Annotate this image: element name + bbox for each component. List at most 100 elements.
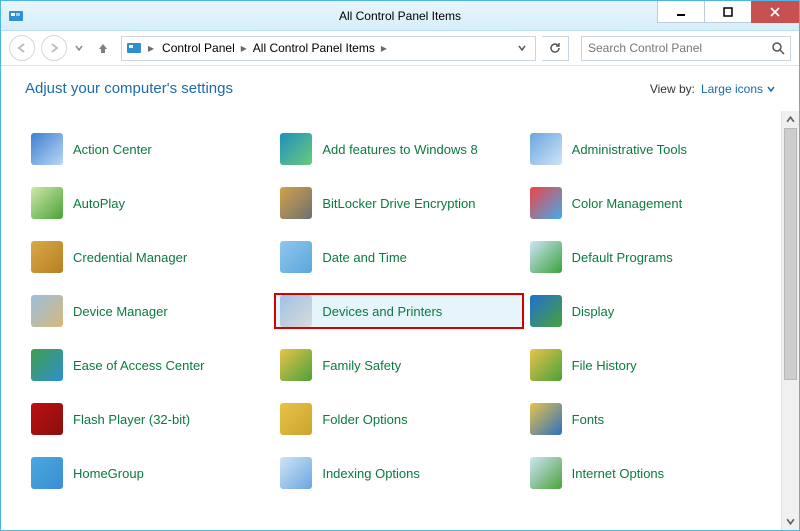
control-panel-item[interactable]: HomeGroup [25, 455, 274, 491]
control-panel-item[interactable]: Device Manager [25, 293, 274, 329]
flash-icon [31, 403, 63, 435]
chevron-right-icon[interactable]: ▸ [239, 41, 249, 55]
scroll-thumb[interactable] [784, 128, 797, 380]
control-panel-item-label: Add features to Windows 8 [322, 142, 477, 157]
ease-access-icon [31, 349, 63, 381]
family-safety-icon [280, 349, 312, 381]
search-box[interactable] [581, 36, 791, 61]
control-panel-item[interactable]: Folder Options [274, 401, 523, 437]
page-title: Adjust your computer's settings [25, 80, 233, 97]
control-panel-item[interactable]: Flash Player (32-bit) [25, 401, 274, 437]
maximize-button[interactable] [704, 1, 752, 23]
title-bar: All Control Panel Items [1, 1, 799, 31]
view-by-dropdown[interactable]: Large icons [701, 82, 775, 96]
scroll-track[interactable] [782, 128, 799, 513]
control-panel-item-label: AutoPlay [73, 196, 125, 211]
address-dropdown[interactable] [513, 37, 531, 60]
control-panel-item[interactable]: Add features to Windows 8 [274, 131, 523, 167]
control-panel-icon [126, 40, 142, 56]
page-header: Adjust your computer's settings View by:… [1, 66, 799, 105]
flag-icon [31, 133, 63, 165]
up-button[interactable] [93, 38, 113, 58]
control-panel-item-label: Folder Options [322, 412, 407, 427]
indexing-icon [280, 457, 312, 489]
control-panel-item-label: Color Management [572, 196, 683, 211]
color-icon [530, 187, 562, 219]
history-dropdown[interactable] [73, 36, 85, 60]
defaults-icon [530, 241, 562, 273]
control-panel-item[interactable]: BitLocker Drive Encryption [274, 185, 523, 221]
control-panel-item-label: Fonts [572, 412, 605, 427]
forward-button[interactable] [41, 35, 67, 61]
breadcrumb-root[interactable]: Control Panel [160, 41, 237, 55]
control-panel-item[interactable]: Indexing Options [274, 455, 523, 491]
control-panel-item-label: HomeGroup [73, 466, 144, 481]
breadcrumb-current[interactable]: All Control Panel Items [251, 41, 377, 55]
control-panel-item-label: Date and Time [322, 250, 407, 265]
fonts-icon [530, 403, 562, 435]
scroll-down-button[interactable] [782, 513, 799, 530]
breadcrumb: Control Panel ▸ All Control Panel Items … [160, 41, 509, 55]
bitlocker-icon [280, 187, 312, 219]
control-panel-item[interactable]: Ease of Access Center [25, 347, 274, 383]
tools-icon [530, 133, 562, 165]
search-icon[interactable] [770, 40, 786, 56]
display-icon [530, 295, 562, 327]
control-panel-item[interactable]: Devices and Printers [274, 293, 523, 329]
clock-icon [280, 241, 312, 273]
view-by-label: View by: [650, 82, 695, 96]
control-panel-item-label: Default Programs [572, 250, 673, 265]
printer-icon [280, 295, 312, 327]
control-panel-item[interactable]: Action Center [25, 131, 274, 167]
view-by-value: Large icons [701, 82, 763, 96]
internet-options-icon [530, 457, 562, 489]
control-panel-item[interactable]: Credential Manager [25, 239, 274, 275]
control-panel-item-label: BitLocker Drive Encryption [322, 196, 475, 211]
file-history-icon [530, 349, 562, 381]
control-panel-item-label: Administrative Tools [572, 142, 687, 157]
items-scroll: Action Center Add features to Windows 8 Ad… [1, 111, 781, 530]
control-panel-item-label: Action Center [73, 142, 152, 157]
control-panel-grid: Action Center Add features to Windows 8 Ad… [1, 111, 781, 499]
chevron-right-icon[interactable]: ▸ [146, 41, 156, 55]
control-panel-item-label: Devices and Printers [322, 304, 442, 319]
refresh-button[interactable] [542, 36, 569, 61]
control-panel-item[interactable]: Color Management [524, 185, 773, 221]
control-panel-item[interactable]: Administrative Tools [524, 131, 773, 167]
control-panel-item-label: Internet Options [572, 466, 665, 481]
control-panel-item-label: Display [572, 304, 615, 319]
nav-toolbar: ▸ Control Panel ▸ All Control Panel Item… [1, 31, 799, 66]
control-panel-item-label: Indexing Options [322, 466, 420, 481]
vault-icon [31, 241, 63, 273]
control-panel-item[interactable]: Date and Time [274, 239, 523, 275]
chevron-down-icon [767, 85, 775, 93]
back-button[interactable] [9, 35, 35, 61]
control-panel-item[interactable]: Family Safety [274, 347, 523, 383]
content-area: Action Center Add features to Windows 8 Ad… [1, 111, 799, 530]
device-manager-icon [31, 295, 63, 327]
monitor-plus-icon [280, 133, 312, 165]
address-bar[interactable]: ▸ Control Panel ▸ All Control Panel Item… [121, 36, 536, 61]
view-by: View by: Large icons [650, 82, 775, 96]
control-panel-item[interactable]: Fonts [524, 401, 773, 437]
close-button[interactable] [751, 1, 799, 23]
control-panel-item-label: Family Safety [322, 358, 401, 373]
minimize-button[interactable] [657, 1, 705, 23]
control-panel-item-label: Flash Player (32-bit) [73, 412, 190, 427]
control-panel-item-label: Ease of Access Center [73, 358, 205, 373]
search-input[interactable] [586, 40, 770, 56]
control-panel-item[interactable]: File History [524, 347, 773, 383]
control-panel-item[interactable]: Default Programs [524, 239, 773, 275]
control-panel-item-label: Credential Manager [73, 250, 187, 265]
control-panel-item[interactable]: Display [524, 293, 773, 329]
control-panel-item[interactable]: Internet Options [524, 455, 773, 491]
scroll-up-button[interactable] [782, 111, 799, 128]
homegroup-icon [31, 457, 63, 489]
chevron-right-icon[interactable]: ▸ [379, 41, 389, 55]
folder-options-icon [280, 403, 312, 435]
control-panel-item-label: File History [572, 358, 637, 373]
control-panel-item-label: Device Manager [73, 304, 168, 319]
vertical-scrollbar[interactable] [781, 111, 799, 530]
control-panel-icon [8, 8, 24, 24]
control-panel-item[interactable]: AutoPlay [25, 185, 274, 221]
